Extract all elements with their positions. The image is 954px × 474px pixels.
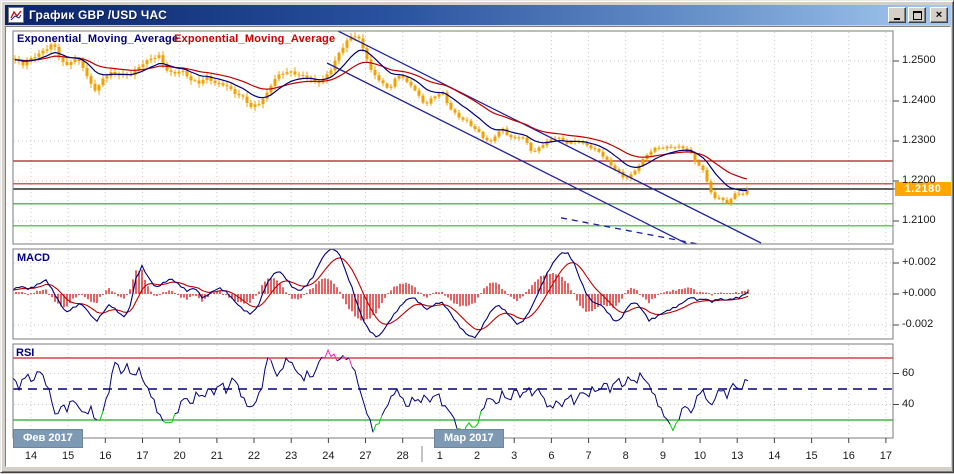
maximize-icon xyxy=(913,11,922,20)
chart-canvas[interactable] xyxy=(6,27,948,464)
minimize-icon xyxy=(894,18,900,20)
window-controls: × xyxy=(886,7,948,23)
close-button[interactable]: × xyxy=(930,7,948,23)
minimize-button[interactable] xyxy=(888,7,906,23)
title-bar[interactable]: График GBP /USD ЧАС × xyxy=(5,5,951,25)
chart-icon xyxy=(8,7,24,23)
maximize-button[interactable] xyxy=(908,7,926,23)
close-icon: × xyxy=(936,10,942,20)
app-window: График GBP /USD ЧАС × Exponential_Moving… xyxy=(0,0,954,473)
window-title: График GBP /USD ЧАС xyxy=(29,8,167,22)
